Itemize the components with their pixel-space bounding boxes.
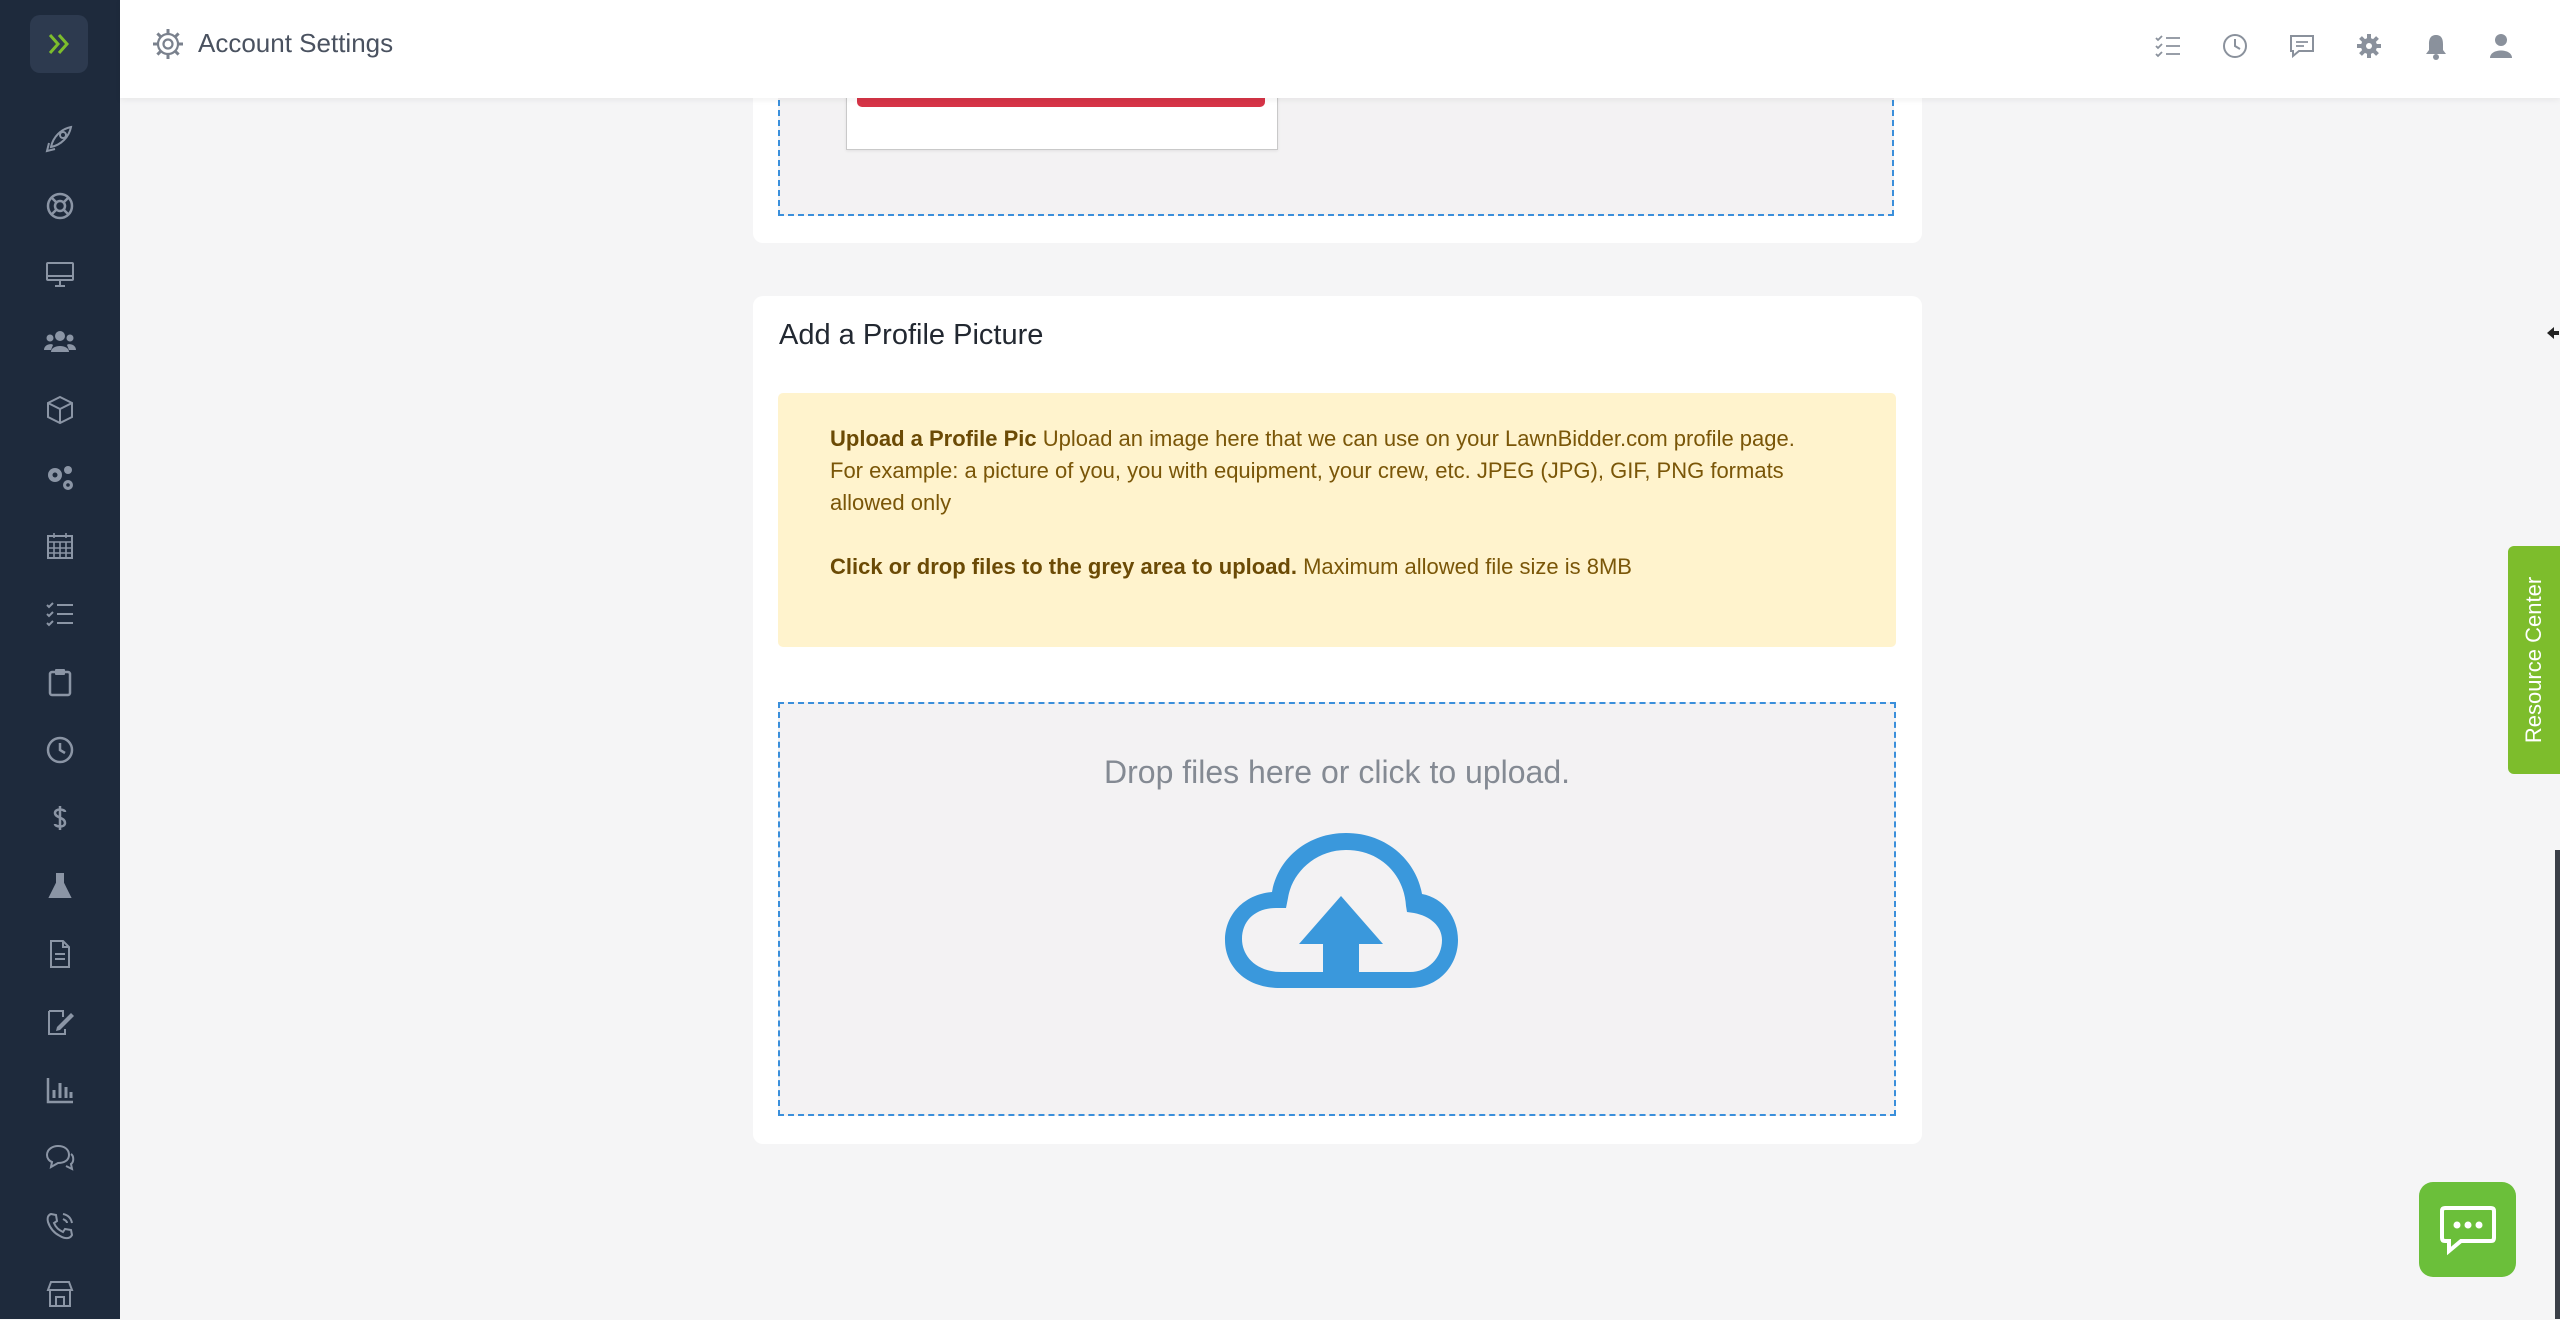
store-icon (46, 1281, 74, 1307)
alert-instruction: Click or drop files to the grey area to … (830, 554, 1297, 579)
profile-picture-dropzone[interactable]: Drop files here or click to upload. (778, 702, 1896, 1116)
header-notifications-button[interactable] (2418, 28, 2454, 64)
sidebar-item-documents[interactable] (34, 928, 86, 980)
alert-size-limit: Maximum allowed file size is 8MB (1296, 554, 1632, 579)
profile-picture-card: Add a Profile Picture Upload a Profile P… (753, 296, 1922, 1144)
chart-icon (46, 1078, 73, 1104)
sidebar-item-getting-started[interactable] (34, 112, 86, 164)
header-profile-button[interactable] (2483, 28, 2519, 64)
sidebar (0, 0, 120, 1319)
tasks-icon (46, 602, 73, 627)
alert-line-1: Upload a Profile Pic Upload an image her… (830, 423, 1844, 455)
desktop-icon (46, 262, 74, 287)
alert-example: For example: a picture of you, you with … (830, 458, 1784, 515)
flask-icon (48, 873, 72, 898)
dropzone-message: Drop files here or click to upload. (1104, 754, 1570, 790)
user-icon (2490, 34, 2512, 58)
cube-icon (47, 395, 73, 425)
chat-bubble-icon (2439, 1205, 2496, 1255)
mouse-cursor-icon (2547, 327, 2559, 339)
cogs-icon (48, 466, 73, 490)
header-history-button[interactable] (2217, 28, 2253, 64)
sidebar-item-contracts[interactable] (34, 996, 86, 1048)
header-settings-button[interactable] (2351, 28, 2387, 64)
sidebar-item-marketplace[interactable] (34, 1268, 86, 1320)
header-tasks-button[interactable] (2150, 28, 2186, 64)
gear-icon (153, 29, 183, 59)
alert-description: Upload an image here that we can use on … (1036, 426, 1795, 451)
dollar-icon (53, 806, 67, 830)
page-scrollbar[interactable] (2555, 850, 2560, 1319)
calendar-icon (47, 533, 73, 559)
sidebar-item-time-tracking[interactable] (34, 724, 86, 776)
sidebar-item-tasks[interactable] (34, 588, 86, 640)
comment-icon (2290, 35, 2314, 59)
sidebar-item-reports[interactable] (34, 1064, 86, 1116)
gear-icon (2357, 34, 2381, 58)
sidebar-item-products[interactable] (34, 384, 86, 436)
sidebar-item-messages[interactable] (34, 1132, 86, 1184)
clock-icon (2223, 34, 2247, 58)
page-title: Account Settings (198, 28, 394, 58)
bell-icon (2426, 35, 2446, 60)
upload-instructions-alert: Upload a Profile Pic Upload an image her… (778, 393, 1896, 647)
document-icon (50, 940, 70, 968)
sidebar-item-support[interactable] (34, 180, 86, 232)
clock-icon (46, 736, 74, 764)
users-icon (44, 331, 76, 352)
double-chevron-right-icon (48, 34, 70, 54)
header-messages-button[interactable] (2284, 28, 2320, 64)
cloud-upload-icon (1225, 833, 1458, 988)
sidebar-item-customers[interactable] (34, 316, 86, 368)
live-chat-button[interactable] (2419, 1182, 2516, 1277)
sidebar-toggle-button[interactable] (30, 15, 88, 73)
checklist-icon (2155, 35, 2180, 58)
phone-icon (46, 1212, 74, 1240)
sidebar-item-calendar[interactable] (34, 520, 86, 572)
sidebar-item-dashboard[interactable] (34, 248, 86, 300)
lifebuoy-icon (46, 192, 74, 220)
top-header: Account Settings (120, 0, 2560, 98)
clipboard-icon (48, 669, 72, 697)
sidebar-item-estimates[interactable] (34, 656, 86, 708)
rocket-icon (45, 125, 73, 153)
profile-picture-title: Add a Profile Picture (779, 319, 1044, 351)
sidebar-item-calls[interactable] (34, 1200, 86, 1252)
resource-center-tab[interactable]: Resource Center (2508, 546, 2560, 774)
alert-line-3: Click or drop files to the grey area to … (830, 551, 1844, 583)
sidebar-item-labs[interactable] (34, 860, 86, 912)
resource-center-label: Resource Center (2521, 576, 2546, 744)
chat-icon (45, 1144, 75, 1171)
sidebar-item-services[interactable] (34, 452, 86, 504)
alert-heading: Upload a Profile Pic (830, 426, 1037, 451)
signature-icon (48, 1010, 74, 1035)
sidebar-item-billing[interactable] (34, 792, 86, 844)
